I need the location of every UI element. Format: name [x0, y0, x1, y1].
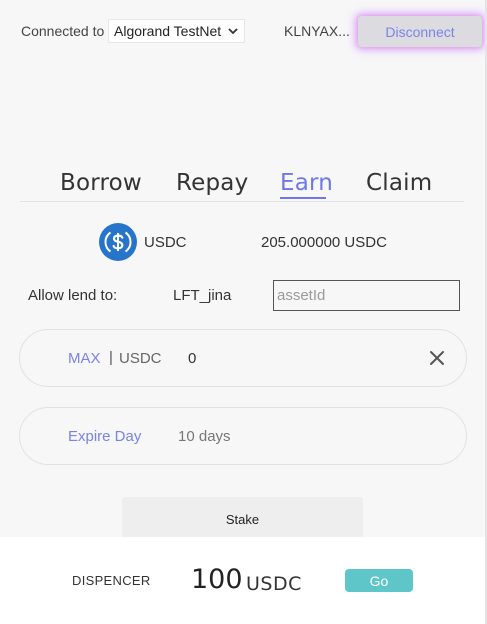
- expire-day-label: Expire Day: [68, 428, 142, 445]
- tab-bar: Borrow Repay Earn Claim: [20, 166, 464, 202]
- expire-day-value: 10 days: [178, 428, 231, 445]
- usdc-coin-icon: [99, 223, 137, 261]
- connected-label: Connected to: [21, 23, 105, 39]
- dispencer-unit: USDC: [246, 573, 302, 595]
- tab-borrow[interactable]: Borrow: [60, 170, 142, 196]
- dispencer-label: DISPENCER: [72, 573, 151, 588]
- expire-field[interactable]: Expire Day 10 days: [19, 407, 467, 465]
- active-tab-indicator: [280, 197, 326, 199]
- tab-repay[interactable]: Repay: [176, 170, 248, 196]
- stake-button[interactable]: Stake: [122, 497, 363, 541]
- dispencer-panel: DISPENCER 100 USDC Go: [0, 537, 485, 624]
- tab-earn[interactable]: Earn: [280, 170, 333, 196]
- amount-separator: |: [109, 349, 113, 366]
- amount-field: MAX | USDC 0: [19, 329, 467, 387]
- close-icon[interactable]: [428, 349, 446, 367]
- allow-lend-asset: LFT_jina: [173, 287, 232, 304]
- chevron-down-icon: [228, 28, 238, 35]
- network-select[interactable]: Algorand TestNet: [108, 19, 245, 43]
- amount-input[interactable]: 0: [188, 350, 196, 367]
- amount-unit: USDC: [119, 350, 162, 367]
- tab-claim[interactable]: Claim: [366, 170, 432, 196]
- allow-lend-label: Allow lend to:: [28, 287, 118, 304]
- network-select-value: Algorand TestNet: [114, 23, 222, 39]
- asset-name: USDC: [144, 234, 187, 251]
- max-button[interactable]: MAX: [68, 350, 101, 367]
- asset-id-input[interactable]: [273, 280, 460, 311]
- go-button[interactable]: Go: [345, 569, 413, 592]
- asset-balance: 205.000000 USDC: [261, 234, 387, 251]
- dispencer-amount: 100: [191, 564, 243, 595]
- account-address: KLNYAX...: [284, 23, 350, 39]
- disconnect-button[interactable]: Disconnect: [358, 16, 482, 47]
- top-bar: Connected to Algorand TestNet KLNYAX... …: [0, 0, 487, 62]
